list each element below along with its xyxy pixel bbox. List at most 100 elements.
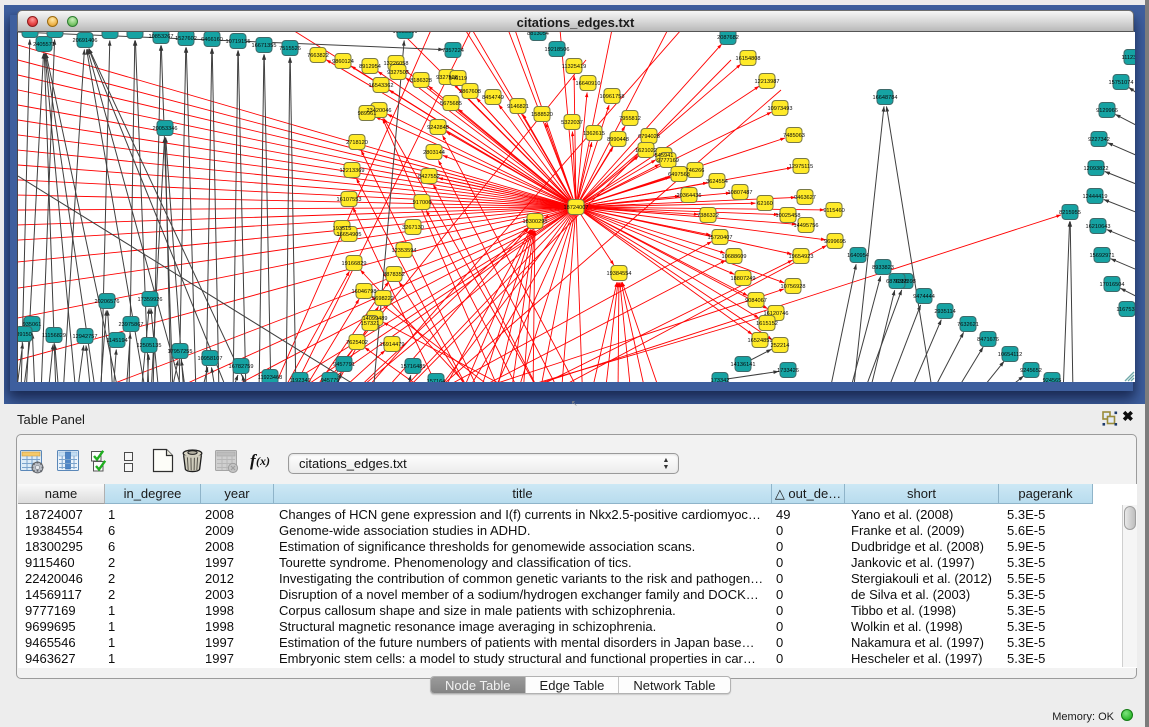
svg-text:10654112: 10654112 <box>998 352 1022 358</box>
svg-text:16120746: 16120746 <box>764 311 789 317</box>
svg-text:19654923: 19654923 <box>789 254 814 260</box>
svg-text:20364436: 20364436 <box>677 193 702 199</box>
svg-text:2718120: 2718120 <box>346 140 368 146</box>
svg-text:9115460: 9115460 <box>823 208 844 214</box>
svg-text:16640910: 16640910 <box>576 81 601 87</box>
svg-text:9327503: 9327503 <box>387 70 409 76</box>
svg-text:20206576: 20206576 <box>95 299 120 305</box>
svg-text:16648784: 16648784 <box>873 95 898 101</box>
svg-text:8912954: 8912954 <box>359 64 381 70</box>
svg-text:8990448: 8990448 <box>607 137 629 143</box>
svg-text:16914479: 16914479 <box>380 342 405 348</box>
svg-text:39150: 39150 <box>18 332 32 338</box>
svg-text:18807249: 18807249 <box>731 276 756 282</box>
svg-text:16033809: 16033809 <box>393 32 418 35</box>
svg-text:1362615: 1362615 <box>583 131 605 137</box>
svg-text:12505135: 12505135 <box>137 343 162 349</box>
svg-text:19166829: 19166829 <box>342 261 367 267</box>
svg-text:9129966: 9129966 <box>1096 108 1118 114</box>
svg-text:9227342: 9227342 <box>1088 137 1110 143</box>
svg-text:2405571: 2405571 <box>33 42 55 48</box>
svg-text:7625402: 7625402 <box>346 340 368 346</box>
svg-text:6497568: 6497568 <box>668 172 690 178</box>
svg-text:62160: 62160 <box>757 201 773 207</box>
svg-text:16210643: 16210643 <box>1086 224 1111 230</box>
svg-text:173342: 173342 <box>711 378 730 382</box>
svg-text:20053346: 20053346 <box>153 126 178 132</box>
svg-text:1527602: 1527602 <box>175 36 197 42</box>
svg-text:10958107: 10958107 <box>198 356 223 362</box>
svg-text:1192346: 1192346 <box>289 378 310 382</box>
svg-text:11156829: 11156829 <box>42 333 66 339</box>
svg-text:917006: 917006 <box>413 200 432 206</box>
svg-text:(x): (x) <box>256 454 270 468</box>
svg-text:11325419: 11325419 <box>562 64 586 70</box>
svg-text:13226058: 13226058 <box>384 61 409 67</box>
svg-text:7386322: 7386322 <box>697 213 719 219</box>
svg-text:15716485: 15716485 <box>401 364 426 370</box>
svg-text:17957255: 17957255 <box>168 349 193 355</box>
svg-text:12093822: 12093822 <box>1084 166 1109 172</box>
svg-text:8186328: 8186328 <box>410 78 432 84</box>
svg-text:14495756: 14495756 <box>794 223 819 229</box>
svg-text:945779: 945779 <box>321 378 340 382</box>
svg-text:2087682: 2087682 <box>717 35 739 41</box>
svg-text:2935114: 2935114 <box>934 309 955 315</box>
svg-text:19384554: 19384554 <box>607 271 632 277</box>
svg-text:989961: 989961 <box>358 111 377 117</box>
svg-text:8427552: 8427552 <box>418 174 440 180</box>
svg-text:16046798: 16046798 <box>352 289 377 295</box>
svg-text:10853267: 10853267 <box>149 34 174 40</box>
svg-text:16782759: 16782759 <box>229 364 254 370</box>
svg-text:15751074: 15751074 <box>1109 80 1134 86</box>
svg-text:6466160: 6466160 <box>201 37 223 43</box>
svg-text:1167533: 1167533 <box>1116 307 1135 313</box>
svg-text:2867608: 2867608 <box>459 89 481 95</box>
svg-text:7515526: 7515526 <box>279 46 301 52</box>
svg-text:15720407: 15720407 <box>708 235 733 241</box>
svg-text:15692971: 15692971 <box>1090 253 1115 259</box>
svg-text:16654905: 16654905 <box>337 232 362 238</box>
svg-text:9777169: 9777169 <box>657 158 679 164</box>
svg-text:9699695: 9699695 <box>824 239 846 245</box>
svg-text:9245652: 9245652 <box>1020 368 1042 374</box>
svg-text:8215955: 8215955 <box>1059 210 1081 216</box>
svg-text:10025458: 10025458 <box>776 213 801 219</box>
svg-text:9860124: 9860124 <box>332 59 354 65</box>
svg-text:7357224: 7357224 <box>442 48 464 54</box>
svg-text:5698222: 5698222 <box>372 296 394 302</box>
svg-text:1145194: 1145194 <box>106 338 127 344</box>
svg-text:12942757: 12942757 <box>73 334 98 340</box>
svg-text:11923468: 11923468 <box>258 375 282 381</box>
svg-text:10756928: 10756928 <box>781 284 806 290</box>
svg-text:12213987: 12213987 <box>755 79 780 85</box>
svg-text:7632621: 7632621 <box>957 322 979 328</box>
svg-text:12975115: 12975115 <box>789 164 813 170</box>
svg-text:157164: 157164 <box>427 379 446 382</box>
svg-text:10961758: 10961758 <box>600 94 625 100</box>
svg-text:10688609: 10688609 <box>722 254 747 260</box>
svg-text:6876358: 6876358 <box>886 279 908 285</box>
svg-text:1112384: 1112384 <box>1122 55 1135 61</box>
svg-text:23975867: 23975867 <box>119 322 144 328</box>
svg-text:9146821: 9146821 <box>507 104 529 110</box>
svg-text:12213369: 12213369 <box>340 168 365 174</box>
svg-text:935061: 935061 <box>23 322 42 328</box>
svg-text:10807487: 10807487 <box>728 190 753 196</box>
svg-text:8471676: 8471676 <box>977 337 999 343</box>
svg-text:14136141: 14136141 <box>731 362 756 368</box>
svg-text:2803144: 2803144 <box>423 150 445 156</box>
svg-text:17359926: 17359926 <box>138 297 163 303</box>
svg-text:20691406: 20691406 <box>73 38 98 44</box>
svg-text:16107553: 16107553 <box>337 197 362 203</box>
svg-text:1733426: 1733426 <box>777 368 799 374</box>
svg-text:1621022: 1621022 <box>635 148 657 154</box>
svg-text:3624554: 3624554 <box>706 179 728 185</box>
svg-text:5675685: 5675685 <box>440 101 462 107</box>
svg-text:5322037: 5322037 <box>561 120 583 126</box>
svg-text:9457791: 9457791 <box>333 362 355 368</box>
svg-text:7485063: 7485063 <box>783 133 805 139</box>
svg-text:17016504: 17016504 <box>1100 282 1125 288</box>
svg-text:16154808: 16154808 <box>736 56 761 62</box>
svg-text:12444419: 12444419 <box>1083 194 1108 200</box>
